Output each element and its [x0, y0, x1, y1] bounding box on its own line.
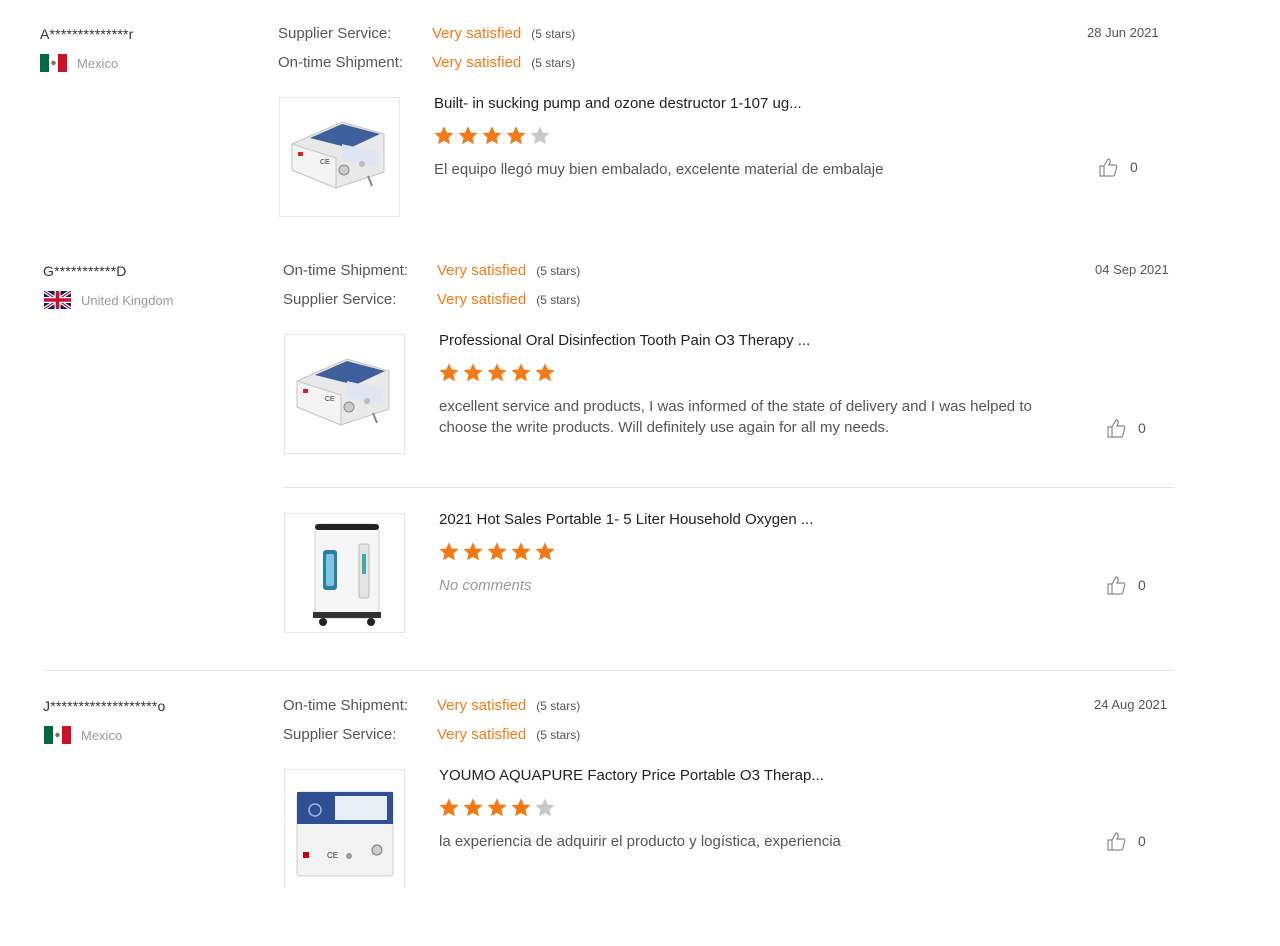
rating-on-time-shipment: On-time Shipment: Very satisfied (5 star…: [278, 54, 575, 71]
star-filled-icon: [439, 542, 459, 561]
like-count: 0: [1130, 159, 1138, 175]
review-comment: El equipo llegó muy bien embalado, excel…: [434, 161, 884, 178]
like-count: 0: [1138, 577, 1146, 593]
star-filled-icon: [511, 363, 531, 382]
star-empty-icon: [530, 126, 550, 145]
country-name: Mexico: [77, 55, 119, 71]
rating-stars-text: (5 stars): [536, 292, 581, 307]
buyer-country: Mexico: [40, 54, 118, 72]
country-name: Mexico: [81, 727, 123, 743]
review-divider: [43, 670, 1174, 671]
star-filled-icon: [511, 798, 531, 817]
star-filled-icon: [434, 126, 454, 145]
rating-supplier-service: Supplier Service: Very satisfied (5 star…: [283, 291, 580, 308]
uk-flag-icon: [44, 291, 71, 309]
review-date: 28 Jun 2021: [1087, 25, 1159, 40]
product-star-rating: [438, 362, 556, 384]
svg-text:CE: CE: [325, 396, 335, 403]
like-button[interactable]: 0: [1106, 418, 1146, 438]
review-date: 24 Aug 2021: [1094, 697, 1168, 712]
mexico-flag-icon: [44, 726, 71, 744]
like-count: 0: [1138, 420, 1146, 436]
star-filled-icon: [511, 542, 531, 561]
star-filled-icon: [463, 798, 483, 817]
buyer-name: A**************r: [40, 26, 134, 42]
rating-on-time-shipment: On-time Shipment: Very satisfied (5 star…: [283, 697, 580, 714]
thumbs-up-icon: [1107, 419, 1126, 438]
buyer-name: J*******************o: [43, 698, 166, 714]
rating-label: Supplier Service:: [278, 25, 392, 42]
buyer-name: G***********D: [43, 263, 127, 279]
country-name: United Kingdom: [81, 292, 174, 308]
rating-on-time-shipment: On-time Shipment: Very satisfied (5 star…: [283, 262, 580, 279]
product-star-rating: [438, 541, 556, 563]
like-button[interactable]: 0: [1098, 157, 1138, 177]
rating-value: Very satisfied: [437, 291, 527, 308]
mexico-flag-icon: [40, 54, 67, 72]
thumbs-up-icon: [1107, 576, 1126, 595]
ozone-machine-image: CE: [291, 121, 385, 189]
star-filled-icon: [487, 542, 507, 561]
star-filled-icon: [487, 363, 507, 382]
product-title[interactable]: 2021 Hot Sales Portable 1- 5 Liter House…: [439, 511, 813, 528]
rating-label: On-time Shipment:: [283, 262, 409, 279]
rating-value: Very satisfied: [432, 54, 522, 71]
rating-supplier-service: Supplier Service: Very satisfied (5 star…: [283, 726, 580, 743]
rating-label: On-time Shipment:: [283, 697, 409, 714]
product-thumbnail[interactable]: CE: [279, 97, 400, 217]
star-filled-icon: [482, 126, 502, 145]
star-filled-icon: [535, 363, 555, 382]
product-divider: [283, 487, 1174, 488]
buyer-country: Mexico: [44, 726, 122, 744]
thumbs-up-icon: [1107, 832, 1126, 851]
star-filled-icon: [535, 542, 555, 561]
ozone-therapy-machine-image: CE: [296, 791, 394, 877]
like-button[interactable]: 0: [1106, 575, 1146, 595]
product-title[interactable]: YOUMO AQUAPURE Factory Price Portable O3…: [439, 767, 824, 784]
product-star-rating: [438, 797, 556, 819]
ozone-machine-image: CE: [296, 358, 390, 426]
like-count: 0: [1138, 833, 1146, 849]
rating-value: Very satisfied: [437, 697, 527, 714]
product-thumbnail[interactable]: CE: [284, 769, 405, 888]
svg-text:CE: CE: [327, 851, 338, 860]
rating-label: On-time Shipment:: [278, 54, 404, 71]
star-filled-icon: [487, 798, 507, 817]
star-filled-icon: [458, 126, 478, 145]
product-thumbnail[interactable]: CE: [284, 334, 405, 454]
rating-stars-text: (5 stars): [536, 263, 581, 278]
product-title[interactable]: Built- in sucking pump and ozone destruc…: [434, 95, 802, 112]
rating-stars-text: (5 stars): [531, 26, 576, 41]
star-filled-icon: [463, 363, 483, 382]
product-thumbnail[interactable]: [284, 513, 405, 633]
rating-value: Very satisfied: [437, 726, 527, 743]
review-comment: No comments: [439, 577, 532, 594]
star-filled-icon: [463, 542, 483, 561]
rating-label: Supplier Service:: [283, 726, 397, 743]
product-star-rating: [433, 125, 551, 147]
rating-value: Very satisfied: [432, 25, 522, 42]
svg-text:CE: CE: [320, 159, 330, 166]
review-date: 04 Sep 2021: [1095, 262, 1169, 277]
review-comment: excellent service and products, I was in…: [439, 398, 1032, 436]
rating-stars-text: (5 stars): [536, 727, 581, 742]
star-filled-icon: [439, 363, 459, 382]
rating-label: Supplier Service:: [283, 291, 397, 308]
oxygen-concentrator-image: [313, 523, 381, 626]
review-comment: la experiencia de adquirir el producto y…: [439, 833, 841, 850]
thumbs-up-icon: [1099, 158, 1118, 177]
rating-stars-text: (5 stars): [536, 698, 581, 713]
rating-stars-text: (5 stars): [531, 55, 576, 70]
star-filled-icon: [506, 126, 526, 145]
product-title[interactable]: Professional Oral Disinfection Tooth Pai…: [439, 332, 810, 349]
buyer-country: United Kingdom: [44, 291, 174, 309]
star-empty-icon: [535, 798, 555, 817]
rating-value: Very satisfied: [437, 262, 527, 279]
rating-supplier-service: Supplier Service: Very satisfied (5 star…: [278, 25, 575, 42]
like-button[interactable]: 0: [1106, 831, 1146, 851]
star-filled-icon: [439, 798, 459, 817]
